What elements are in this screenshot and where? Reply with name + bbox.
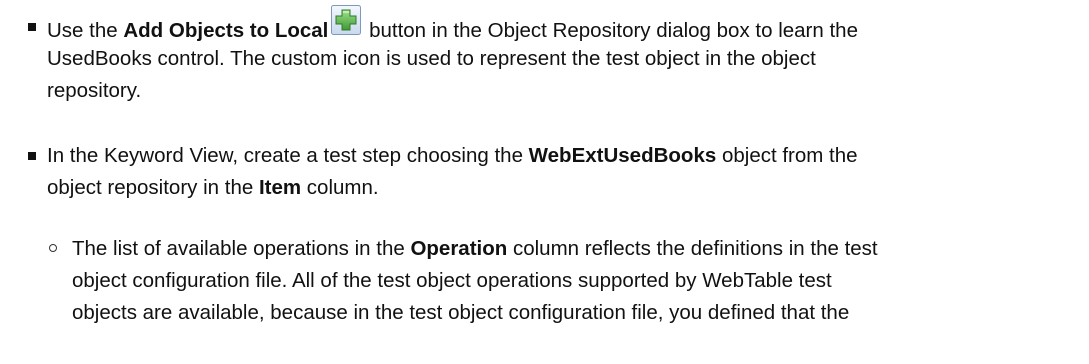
text-run: UsedBooks control. The custom icon is us… (47, 47, 816, 70)
bullet-marker (28, 23, 36, 31)
text-run: object from the (716, 144, 858, 167)
text-run: object configuration file. All of the te… (72, 269, 832, 292)
bullet-marker (28, 152, 36, 160)
text-run: button in the Object Repository dialog b… (363, 19, 858, 42)
sub-bullet-line-3: objects are available, because in the te… (72, 297, 878, 329)
text-run: In the Keyword View, create a test step … (47, 144, 529, 167)
text-run: The list of available operations in the (72, 237, 411, 260)
bullet-2-line-1: In the Keyword View, create a test step … (47, 140, 858, 172)
bold-run-item: Item (258, 176, 302, 199)
bullet-1-line-1: Use the Add Objects to Local button in t… (47, 5, 858, 43)
bold-run-webextusedbooks: WebExtUsedBooks (528, 144, 717, 167)
bullet-1-line-3: repository. (47, 75, 858, 107)
bold-run-operation: Operation (410, 237, 508, 260)
text-run: object repository in the (47, 176, 259, 199)
text-run: column reflects the definitions in the t… (507, 237, 878, 260)
bullet-2-line-2: object repository in the Item column. (47, 172, 858, 204)
sub-bullet-marker (49, 244, 57, 252)
sub-bullet-line-2: object configuration file. All of the te… (72, 265, 878, 297)
text-run: Use the (47, 19, 124, 42)
sub-bullet-line-1: The list of available operations in the … (72, 233, 878, 265)
bullet-1-line-2: UsedBooks control. The custom icon is us… (47, 43, 858, 75)
text-run: column. (301, 176, 379, 199)
bold-run-add-objects-to-local: Add Objects to Local (123, 19, 329, 42)
text-run: objects are available, because in the te… (72, 301, 850, 324)
add-objects-icon (331, 5, 362, 35)
text-run: repository. (47, 79, 142, 102)
